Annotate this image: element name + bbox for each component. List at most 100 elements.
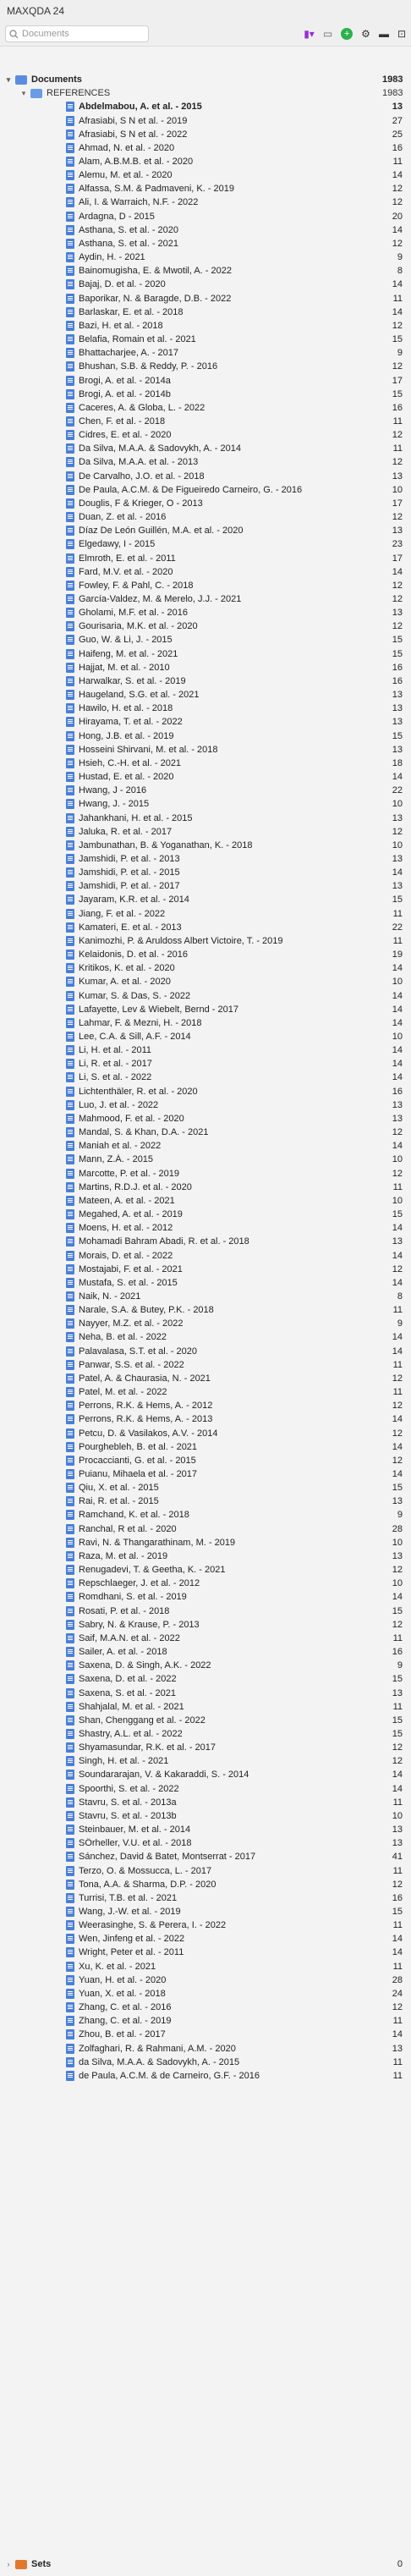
document-row[interactable]: Mann, Z.Á. - 2015 10 <box>0 1153 411 1166</box>
document-row[interactable]: Alfassa, S.M. & Padmaveni, K. - 2019 12 <box>0 182 411 195</box>
document-row[interactable]: Shan, Chenggang et al. - 2022 15 <box>0 1714 411 1727</box>
document-row[interactable]: Renugadevi, T. & Geetha, K. - 2021 12 <box>0 1563 411 1577</box>
document-row[interactable]: García-Valdez, M. & Merelo, J.J. - 2021 1… <box>0 592 411 606</box>
document-row[interactable]: Neha, B. et al. - 2022 14 <box>0 1330 411 1344</box>
document-row[interactable]: Barlaskar, E. et al. - 2018 14 <box>0 305 411 319</box>
document-row[interactable]: Steinbauer, M. et al. - 2014 13 <box>0 1823 411 1836</box>
document-row[interactable]: Elmroth, E. et al. - 2011 17 <box>0 551 411 564</box>
document-row[interactable]: Patel, M. et al. - 2022 11 <box>0 1385 411 1399</box>
document-row[interactable]: Hong, J.B. et al. - 2019 15 <box>0 729 411 743</box>
document-row[interactable]: Spoorthi, S. et al. - 2022 14 <box>0 1782 411 1796</box>
document-row[interactable]: Bajaj, D. et al. - 2020 14 <box>0 278 411 291</box>
document-row[interactable]: Hajjat, M. et al. - 2010 16 <box>0 661 411 674</box>
document-row[interactable]: Saxena, D. & Singh, A.K. - 2022 9 <box>0 1659 411 1672</box>
document-row[interactable]: Díaz De León Guillén, M.A. et al. - 2020… <box>0 524 411 537</box>
document-row[interactable]: Saif, M.A.N. et al. - 2022 11 <box>0 1632 411 1645</box>
document-row[interactable]: Bazi, H. et al. - 2018 12 <box>0 319 411 333</box>
document-row[interactable]: Qiu, X. et al. - 2015 15 <box>0 1481 411 1494</box>
document-row[interactable]: Sabry, N. & Krause, P. - 2013 12 <box>0 1618 411 1632</box>
document-row[interactable]: Perrons, R.K. & Hems, A. - 2012 12 <box>0 1399 411 1412</box>
document-row[interactable]: Pourghebleh, B. et al. - 2021 14 <box>0 1440 411 1454</box>
dock-icon[interactable]: ⊡ <box>397 28 406 40</box>
document-row[interactable]: Shyamasundar, R.K. et al. - 2017 12 <box>0 1741 411 1754</box>
document-row[interactable]: Sailer, A. et al. - 2018 16 <box>0 1645 411 1659</box>
document-row[interactable]: Asthana, S. et al. - 2021 12 <box>0 237 411 250</box>
document-row[interactable]: da Silva, M.A.A. & Sadovykh, A. - 2015 11 <box>0 2056 411 2069</box>
document-row[interactable]: Ardagna, D - 2015 20 <box>0 210 411 223</box>
document-row[interactable]: Brogi, A. et al. - 2014a 17 <box>0 373 411 387</box>
document-row[interactable]: Ramchand, K. et al. - 2018 9 <box>0 1508 411 1522</box>
document-row[interactable]: Jaluka, R. et al. - 2017 12 <box>0 825 411 839</box>
document-row[interactable]: Sánchez, David & Batet, Montserrat - 201… <box>0 1850 411 1863</box>
collapse-icon[interactable]: ▬ <box>379 28 389 40</box>
document-row[interactable]: Kelaidonis, D. et al. - 2016 19 <box>0 948 411 961</box>
document-row[interactable]: Caceres, A. & Globa, L. - 2022 16 <box>0 401 411 415</box>
document-row[interactable]: Douglis, F & Krieger, O - 2013 17 <box>0 497 411 510</box>
document-row[interactable]: Mohamadi Bahram Abadi, R. et al. - 2018 1… <box>0 1235 411 1248</box>
document-row[interactable]: Jayaram, K.R. et al. - 2014 15 <box>0 893 411 906</box>
settings-icon[interactable]: ⚙ <box>361 28 370 40</box>
document-row[interactable]: de Paula, A.C.M. & de Carneiro, G.F. - 2… <box>0 2069 411 2083</box>
document-row[interactable]: Afrasiabi, S N et al. - 2022 25 <box>0 128 411 141</box>
document-row[interactable]: Mateen, A. et al. - 2021 10 <box>0 1194 411 1208</box>
document-row[interactable]: Abdelmabou, A. et al. - 2015 13 <box>0 100 411 113</box>
document-row[interactable]: Li, S. et al. - 2022 14 <box>0 1071 411 1084</box>
new-document-icon[interactable]: ▭ <box>323 28 332 40</box>
document-row[interactable]: Hwang, J - 2016 22 <box>0 784 411 797</box>
add-icon[interactable]: + <box>341 28 353 40</box>
chevron-down-icon[interactable]: ▾ <box>3 75 14 85</box>
document-row[interactable]: Lahmar, F. & Mezni, H. - 2018 14 <box>0 1016 411 1030</box>
document-row[interactable]: Patel, A. & Chaurasia, N. - 2021 12 <box>0 1372 411 1385</box>
document-row[interactable]: Kamateri, E. et al. - 2013 22 <box>0 921 411 934</box>
document-row[interactable]: Fowley, F. & Pahl, C. - 2018 12 <box>0 579 411 592</box>
document-row[interactable]: Shastry, A.L. et al. - 2022 15 <box>0 1727 411 1741</box>
document-row[interactable]: Chen, F. et al. - 2018 11 <box>0 415 411 428</box>
chevron-right-icon[interactable]: › <box>3 2560 14 2568</box>
document-row[interactable]: De Paula, A.C.M. & De Figueiredo Carneir… <box>0 483 411 497</box>
document-row[interactable]: Aydin, H. - 2021 9 <box>0 250 411 264</box>
document-row[interactable]: Xu, K. et al. - 2021 11 <box>0 1960 411 1973</box>
document-row[interactable]: Kritikos, K. et al. - 2020 14 <box>0 961 411 975</box>
document-row[interactable]: Marcotte, P. et al. - 2019 12 <box>0 1167 411 1181</box>
document-row[interactable]: Alam, A.B.M.B. et al. - 2020 11 <box>0 155 411 168</box>
document-row[interactable]: Alemu, M. et al. - 2020 14 <box>0 168 411 182</box>
document-row[interactable]: Ranchal, R et al. - 2020 28 <box>0 1522 411 1536</box>
document-row[interactable]: Procaccianti, G. et al. - 2015 12 <box>0 1454 411 1467</box>
document-row[interactable]: Puianu, Mihaela et al. - 2017 14 <box>0 1467 411 1481</box>
document-row[interactable]: Hosseini Shirvani, M. et al. - 2018 13 <box>0 743 411 757</box>
document-row[interactable]: Kumar, A. et al. - 2020 10 <box>0 975 411 988</box>
document-row[interactable]: Zhang, C. et al. - 2016 12 <box>0 2001 411 2014</box>
document-row[interactable]: Panwar, S.S. et al. - 2022 11 <box>0 1358 411 1372</box>
document-row[interactable]: Jiang, F. et al. - 2022 11 <box>0 907 411 921</box>
document-row[interactable]: Wang, J.-W. et al. - 2019 15 <box>0 1905 411 1918</box>
chevron-down-icon[interactable]: ▾ <box>19 89 29 98</box>
document-row[interactable]: Brogi, A. et al. - 2014b 15 <box>0 388 411 401</box>
document-row[interactable]: Mahmood, F. et al. - 2020 13 <box>0 1112 411 1126</box>
document-row[interactable]: Li, R. et al. - 2017 14 <box>0 1057 411 1071</box>
document-row[interactable]: Guo, W. & Li, J. - 2015 15 <box>0 633 411 647</box>
document-row[interactable]: Gourisaria, M.K. et al. - 2020 12 <box>0 619 411 633</box>
document-row[interactable]: Zhang, C. et al. - 2019 11 <box>0 2014 411 2028</box>
document-row[interactable]: Jamshidi, P. et al. - 2013 13 <box>0 852 411 866</box>
sets-row[interactable]: › Sets 0 <box>0 2557 411 2572</box>
document-row[interactable]: Da Silva, M.A.A. & Sadovykh, A. - 2014 11 <box>0 442 411 455</box>
document-row[interactable]: Da Silva, M.A.A. et al. - 2013 12 <box>0 455 411 469</box>
document-row[interactable]: Stavru, S. et al. - 2013a 11 <box>0 1796 411 1809</box>
document-row[interactable]: Wen, Jinfeng et al. - 2022 14 <box>0 1932 411 1946</box>
document-row[interactable]: Yuan, X. et al. - 2018 24 <box>0 1987 411 2001</box>
document-row[interactable]: Zolfaghari, R. & Rahmani, A.M. - 2020 13 <box>0 2042 411 2056</box>
document-row[interactable]: Baporikar, N. & Baragde, D.B. - 2022 11 <box>0 292 411 305</box>
document-row[interactable]: Yuan, H. et al. - 2020 28 <box>0 1973 411 1987</box>
document-row[interactable]: Li, H. et al. - 2011 14 <box>0 1043 411 1057</box>
document-row[interactable]: Mustafa, S. et al. - 2015 14 <box>0 1276 411 1290</box>
document-row[interactable]: Nayyer, M.Z. et al. - 2022 9 <box>0 1317 411 1330</box>
document-row[interactable]: Raza, M. et al. - 2019 13 <box>0 1549 411 1563</box>
document-row[interactable]: Megahed, A. et al. - 2019 15 <box>0 1208 411 1221</box>
document-row[interactable]: Soundararajan, V. & Kakaraddi, S. - 2014… <box>0 1768 411 1781</box>
document-row[interactable]: Jamshidi, P. et al. - 2015 14 <box>0 866 411 879</box>
document-row[interactable]: Bainomugisha, E. & Mwotil, A. - 2022 8 <box>0 264 411 278</box>
document-row[interactable]: Kumar, S. & Das, S. - 2022 14 <box>0 988 411 1002</box>
document-row[interactable]: Jamshidi, P. et al. - 2017 13 <box>0 879 411 893</box>
document-row[interactable]: Harwalkar, S. et al. - 2019 16 <box>0 674 411 688</box>
document-row[interactable]: De Carvalho, J.O. et al. - 2018 13 <box>0 470 411 483</box>
